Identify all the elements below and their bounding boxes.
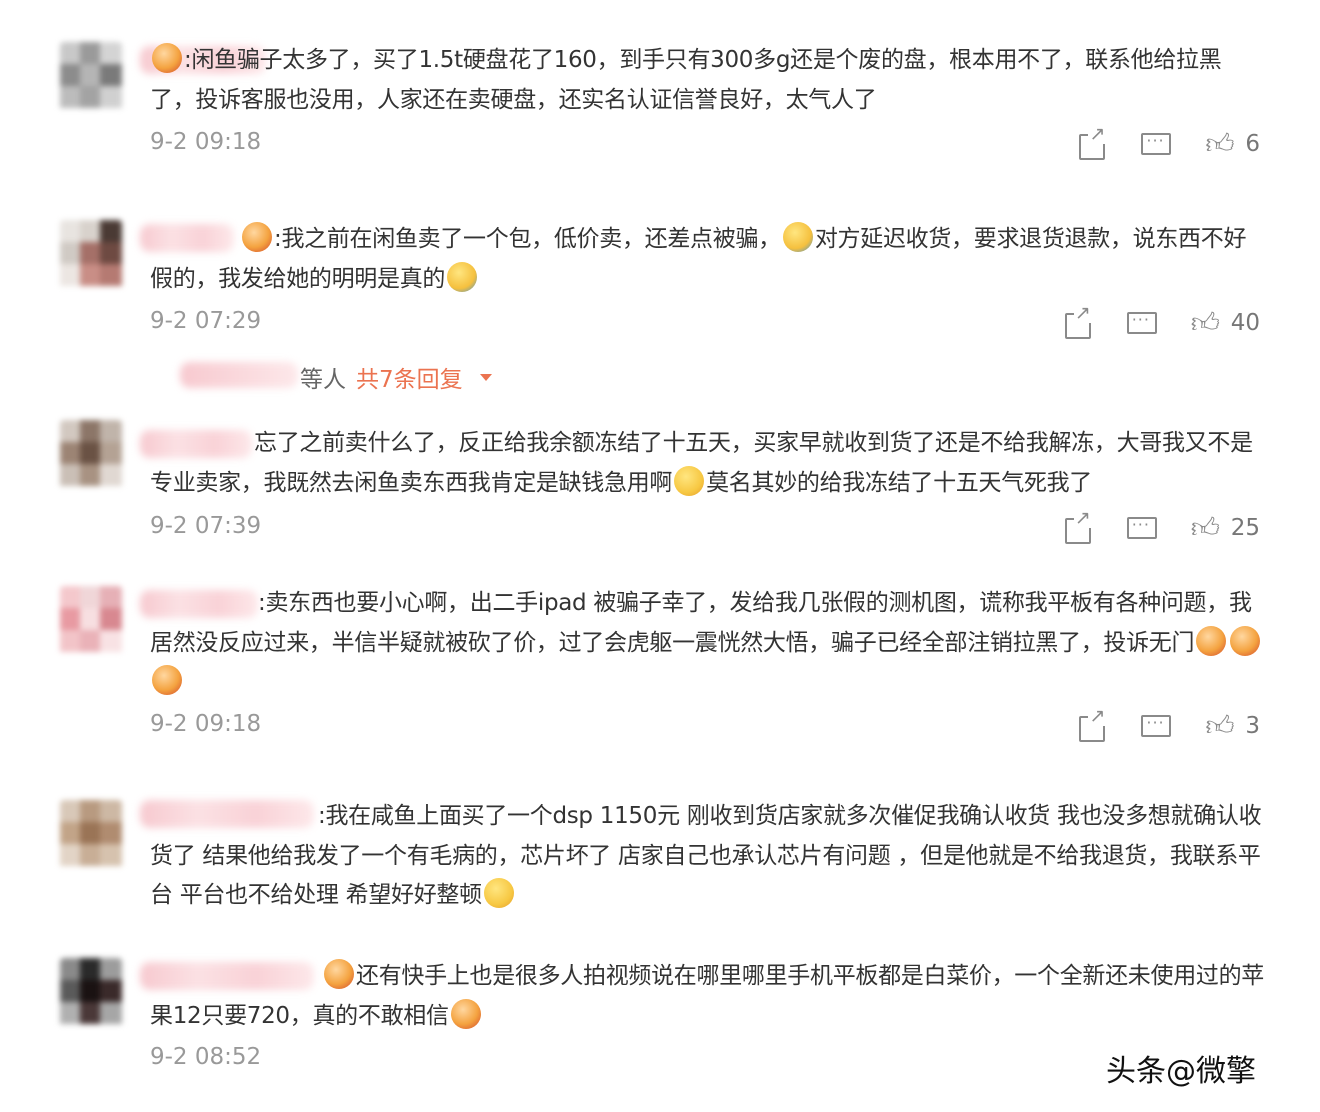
comment-meta: 9-2 09:18 👍︎ 3 bbox=[150, 706, 1260, 742]
comment-time: 9-2 07:39 bbox=[150, 513, 262, 539]
caret-down-icon[interactable] bbox=[480, 374, 492, 381]
comment-text: :闲鱼骗子太多了，买了1.5t硬盘花了160，到手只有300多g还是个废的盘，根… bbox=[150, 41, 1265, 120]
like-icon[interactable]: 👍︎ bbox=[1205, 712, 1235, 740]
comment-time: 9-2 08:52 bbox=[150, 1044, 262, 1070]
comment-icon[interactable] bbox=[1141, 712, 1172, 740]
like-icon[interactable]: 👍︎ bbox=[1205, 130, 1235, 158]
like-count: 25 bbox=[1230, 515, 1260, 541]
comment-time: 9-2 09:18 bbox=[150, 711, 262, 737]
like-count: 40 bbox=[1230, 310, 1260, 336]
comment-meta: 9-2 07:39 👍︎ 25 bbox=[150, 508, 1260, 544]
comment-actions: 👍︎ 3 bbox=[1043, 706, 1260, 742]
shocked-emoji-icon bbox=[450, 998, 481, 1029]
smile-emoji-icon bbox=[483, 878, 514, 908]
like-icon[interactable]: 👍︎ bbox=[1191, 514, 1221, 542]
replies-who: 等人 bbox=[300, 367, 346, 393]
comment-text: :卖东西也要小心啊，出二手ipad 被骗子幸了，发给我几张假的测机图，谎称我平板… bbox=[150, 584, 1265, 703]
comment-icon[interactable] bbox=[1126, 514, 1157, 542]
avatar[interactable] bbox=[60, 220, 122, 298]
comment-actions: 👍︎ 40 bbox=[1029, 303, 1260, 339]
avatar[interactable] bbox=[60, 586, 122, 664]
comment-actions: 👍︎ 6 bbox=[1043, 124, 1260, 160]
like-count: 6 bbox=[1245, 131, 1260, 157]
comment-time: 9-2 07:29 bbox=[150, 308, 262, 334]
like-count: 3 bbox=[1245, 713, 1260, 739]
face-emoji-icon bbox=[324, 959, 354, 989]
crying-emoji-icon bbox=[782, 222, 813, 252]
shocked-emoji-icon bbox=[1196, 625, 1227, 656]
comment-text: :我在咸鱼上面买了一个dsp 1150元 刚收到货店家就多次催促我确认收货 我也… bbox=[150, 803, 1262, 908]
comment-text: :我之前在闲鱼卖了一个包，低价卖，还差点被骗， 对方延迟收货，要求退货退款，说东西… bbox=[150, 220, 1265, 299]
share-icon[interactable] bbox=[1077, 124, 1107, 160]
like-icon[interactable]: 👍︎ bbox=[1191, 309, 1221, 337]
face-emoji-icon bbox=[242, 222, 272, 252]
grin-emoji-icon bbox=[674, 465, 705, 496]
avatar[interactable] bbox=[60, 958, 122, 1036]
crying-emoji-icon bbox=[447, 261, 478, 292]
shocked-emoji-icon bbox=[152, 665, 182, 695]
avatar[interactable] bbox=[60, 42, 122, 120]
comment-time: 9-2 09:18 bbox=[150, 129, 262, 155]
replies-count[interactable]: 共7条回复 bbox=[356, 360, 463, 394]
comment-meta: 9-2 08:52 bbox=[150, 1044, 1260, 1074]
avatar[interactable] bbox=[60, 800, 122, 878]
share-icon[interactable] bbox=[1063, 508, 1093, 544]
comment-actions: 👍︎ 25 bbox=[1029, 508, 1260, 544]
comment-meta: 9-2 07:29 👍︎ 40 bbox=[150, 303, 1260, 339]
comment-icon[interactable] bbox=[1126, 309, 1157, 337]
comment-meta: 9-2 09:18 👍︎ 6 bbox=[150, 124, 1260, 160]
comment-text: 还有快手上也是很多人拍视频说在哪里哪里手机平板都是白菜价，一个全新还未使用过的苹… bbox=[150, 957, 1265, 1036]
comment-text: 忘了之前卖什么了，反正给我余额冻结了十五天，买家早就收到货了还是不给我解冻，大哥… bbox=[150, 430, 1253, 496]
shocked-emoji-icon bbox=[1230, 625, 1261, 656]
face-emoji-icon bbox=[152, 43, 182, 73]
reply-username bbox=[180, 362, 298, 388]
share-icon[interactable] bbox=[1063, 303, 1093, 339]
comment-icon[interactable] bbox=[1141, 130, 1172, 158]
share-icon[interactable] bbox=[1077, 706, 1107, 742]
watermark: 头条@微擎 bbox=[1106, 1054, 1256, 1089]
avatar[interactable] bbox=[60, 420, 122, 498]
